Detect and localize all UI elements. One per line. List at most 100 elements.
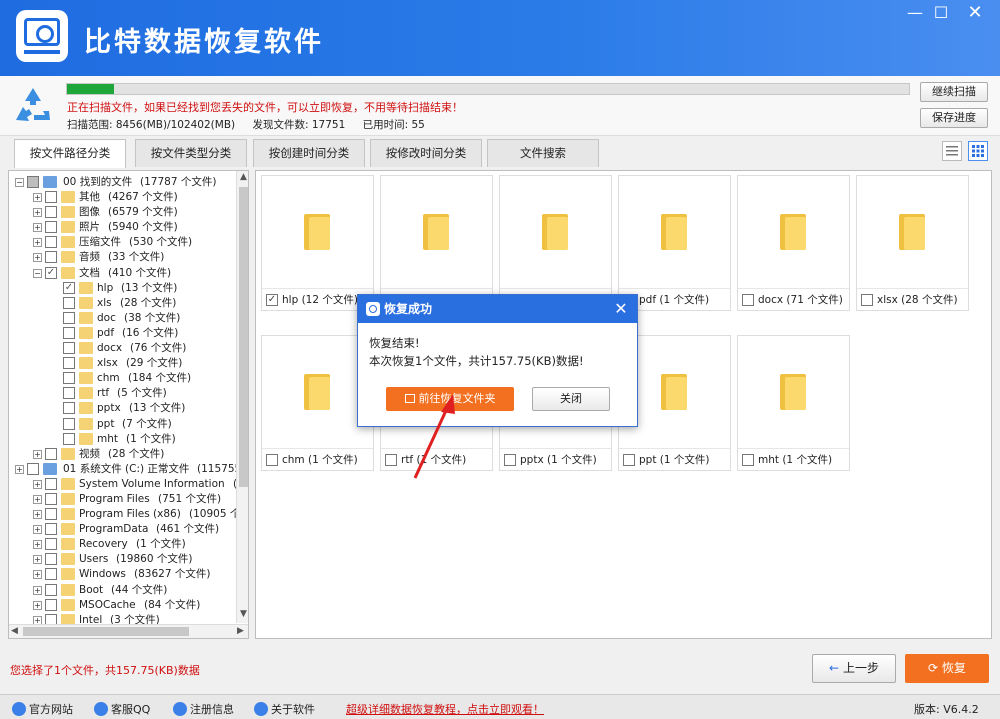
tutorial-promo-link[interactable]: 超级详细数据恢复教程，点击立即观看！ [346, 701, 544, 717]
tree-row[interactable]: + Users (19860 个文件) [9, 552, 237, 567]
tree-row[interactable]: + 其他 (4267 个文件) [9, 190, 237, 205]
file-card-checkbox[interactable] [385, 454, 397, 466]
about-software-link[interactable]: 关于软件 [254, 701, 315, 717]
file-card-checkbox[interactable] [742, 454, 754, 466]
tree-checkbox[interactable] [45, 583, 57, 596]
expand-icon[interactable]: + [33, 585, 42, 595]
tree-row[interactable]: + MSOCache (84 个文件) [9, 598, 237, 613]
file-card-checkbox[interactable] [266, 454, 278, 466]
expand-icon[interactable]: + [33, 238, 42, 248]
file-card[interactable]: ✓ hlp (12 个文件) [261, 175, 374, 311]
tree-checkbox[interactable] [63, 296, 75, 309]
file-card-checkbox[interactable] [623, 454, 635, 466]
tree-row[interactable]: pptx (13 个文件) [9, 401, 237, 416]
tab-by-type[interactable]: 按文件类型分类 [135, 139, 247, 167]
scroll-down-icon[interactable]: ▼ [240, 609, 247, 619]
tree-row[interactable]: + Program Files (751 个文件) [9, 492, 237, 507]
expand-icon[interactable]: + [33, 494, 42, 504]
official-website-link[interactable]: 官方网站 [12, 701, 73, 717]
tree-checkbox[interactable] [45, 236, 57, 249]
tree-checkbox[interactable] [63, 372, 75, 385]
tree-checkbox[interactable] [45, 191, 57, 204]
tree-checkbox[interactable] [45, 523, 57, 536]
tree-checkbox[interactable]: ✓ [45, 266, 57, 279]
tree-checkbox[interactable] [63, 417, 75, 430]
tree-checkbox[interactable] [27, 462, 39, 475]
expand-icon[interactable]: + [33, 525, 42, 535]
tree-row[interactable]: mht (1 个文件) [9, 432, 237, 447]
tree-row[interactable]: − 00 找到的文件 (17787 个文件) [9, 175, 237, 190]
tree-row[interactable]: doc (38 个文件) [9, 311, 237, 326]
tree-horizontal-scroll-thumb[interactable] [23, 627, 189, 636]
previous-step-button[interactable]: ← 上一步 [812, 654, 896, 683]
tree-row[interactable]: + 图像 (6579 个文件) [9, 205, 237, 220]
continue-scan-button[interactable]: 继续扫描 [920, 82, 988, 102]
tree-row[interactable]: ppt (7 个文件) [9, 417, 237, 432]
tree-row[interactable]: rtf (5 个文件) [9, 386, 237, 401]
tree-checkbox[interactable] [45, 477, 57, 490]
tree-checkbox[interactable] [63, 387, 75, 400]
tree-row[interactable]: +01 系统文件 (C:) 正常文件 (115755 [9, 462, 241, 477]
tree-checkbox[interactable] [45, 568, 57, 581]
save-progress-button[interactable]: 保存进度 [920, 108, 988, 128]
tree-checkbox[interactable] [45, 447, 57, 460]
scroll-left-icon[interactable]: ◀ [11, 626, 18, 636]
scroll-up-icon[interactable]: ▲ [240, 172, 247, 182]
expand-icon[interactable]: + [33, 510, 42, 520]
expand-icon[interactable]: + [33, 449, 42, 459]
tree-horizontal-scrollbar[interactable]: ◀ ▶ [9, 624, 248, 638]
tree-row[interactable]: + Windows (83627 个文件) [9, 567, 237, 582]
tree-checkbox[interactable] [45, 206, 57, 219]
tree-vertical-scroll-thumb[interactable] [239, 187, 248, 487]
file-card[interactable]: docx (71 个文件) [737, 175, 850, 311]
folder-tree-panel[interactable]: − 00 找到的文件 (17787 个文件) + 其他 (4267 个文件) + 图像 (657… [8, 170, 249, 639]
grid-view-icon[interactable] [968, 141, 988, 161]
maximize-button[interactable]: ☐ [926, 2, 956, 24]
tree-row[interactable]: chm (184 个文件) [9, 371, 237, 386]
collapse-icon[interactable]: − [15, 178, 24, 187]
tree-row[interactable]: + Boot (44 个文件) [9, 583, 237, 598]
tree-row[interactable]: pdf (16 个文件) [9, 326, 237, 341]
file-card[interactable]: pdf (1 个文件) [618, 175, 731, 311]
tree-row[interactable]: ✓ hlp (13 个文件) [9, 281, 237, 296]
tree-row[interactable]: − ✓ 文档 (410 个文件) [9, 266, 237, 281]
collapse-icon[interactable]: − [33, 268, 42, 278]
expand-icon[interactable]: + [33, 479, 42, 489]
tree-row[interactable]: + Recovery (1 个文件) [9, 537, 237, 552]
tree-row[interactable]: + ProgramData (461 个文件) [9, 522, 237, 537]
tree-row[interactable]: docx (76 个文件) [9, 341, 237, 356]
expand-icon[interactable]: + [33, 253, 42, 263]
tree-row[interactable]: xlsx (29 个文件) [9, 356, 237, 371]
expand-icon[interactable]: + [33, 570, 42, 580]
tree-checkbox[interactable] [27, 176, 39, 188]
customer-service-qq-link[interactable]: 客服QQ [94, 701, 150, 717]
tree-checkbox[interactable] [45, 598, 57, 611]
tree-row[interactable]: +System Volume Information(4 - [9, 477, 248, 492]
dialog-close-button[interactable]: 关闭 [532, 387, 610, 411]
tree-checkbox[interactable] [45, 508, 57, 521]
tree-row[interactable]: xls (28 个文件) [9, 296, 237, 311]
dialog-close-icon[interactable]: ✕ [610, 295, 632, 323]
file-card-checkbox[interactable]: ✓ [266, 294, 278, 306]
file-card-checkbox[interactable] [861, 294, 873, 306]
file-card-checkbox[interactable] [742, 294, 754, 306]
tree-checkbox[interactable] [63, 357, 75, 370]
close-window-button[interactable]: ✕ [960, 2, 990, 24]
tab-by-path[interactable]: 按文件路径分类 [14, 139, 126, 168]
expand-icon[interactable]: + [15, 464, 24, 474]
expand-icon[interactable]: + [33, 223, 42, 233]
file-card[interactable]: mht (1 个文件) [737, 335, 850, 471]
tree-checkbox[interactable] [45, 553, 57, 566]
tree-checkbox[interactable] [63, 432, 75, 445]
tree-checkbox[interactable] [63, 311, 75, 324]
tree-row[interactable]: + Program Files (x86) (10905 个文 [9, 507, 248, 522]
tree-checkbox[interactable] [45, 538, 57, 551]
tree-checkbox[interactable] [63, 342, 75, 355]
file-card-checkbox[interactable] [504, 454, 516, 466]
tree-checkbox[interactable]: ✓ [63, 281, 75, 294]
file-card[interactable]: xlsx (28 个文件) [856, 175, 969, 311]
tree-row[interactable]: + 照片 (5940 个文件) [9, 220, 237, 235]
tree-checkbox[interactable] [63, 402, 75, 415]
tree-checkbox[interactable] [45, 251, 57, 264]
tree-row[interactable]: + 音频 (33 个文件) [9, 250, 237, 265]
